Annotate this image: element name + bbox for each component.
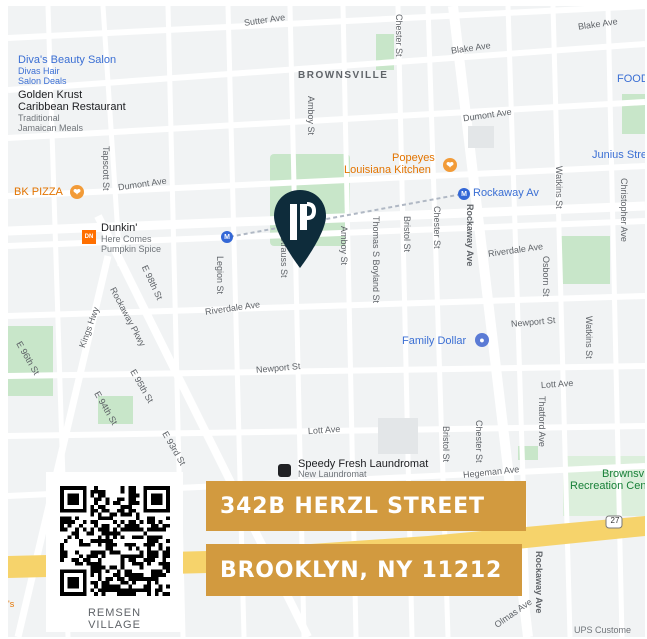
poi-ups[interactable]: UPS Custome	[574, 625, 631, 636]
street-chester-north: Chester St	[393, 14, 404, 57]
laundromat-icon[interactable]	[278, 464, 291, 477]
poi-laundromat-sub: New Laundromat	[298, 469, 367, 479]
street-osborn: Osborn St	[540, 256, 551, 297]
poi-divas[interactable]: Diva's Beauty Salon	[18, 54, 116, 66]
qr-label: REMSEN VILLAGE	[46, 607, 183, 631]
street-chester-mid: Chester St	[431, 206, 442, 249]
street-rockaway-ave-north: Rockaway Ave	[464, 204, 475, 267]
address-city-text: BROOKLYN, NY 11212	[220, 557, 503, 583]
street-bristol-south: Bristol St	[440, 426, 451, 463]
poi-popeyes-line1[interactable]: Popeyes	[392, 152, 435, 164]
street-amboy-north: Amboy St	[305, 96, 316, 136]
poi-partial-west: 's	[8, 599, 15, 609]
street-tapscott: Tapscott St	[100, 146, 111, 191]
street-thatford: Thatford Ave	[536, 396, 547, 447]
block	[378, 418, 418, 454]
street-amboy-south: Amboy St	[338, 226, 349, 266]
dunkin-logo-icon[interactable]: DN	[82, 230, 96, 244]
route-27-label: 27	[610, 516, 620, 525]
shopping-bag-icon[interactable]: ●	[475, 333, 489, 347]
poi-golden-krust-sub2: Jamaican Meals	[18, 123, 84, 133]
poi-popeyes-line2[interactable]: Louisiana Kitchen	[344, 164, 431, 176]
address-city-banner: BROOKLYN, NY 11212	[206, 544, 522, 596]
address-street-banner: 342B HERZL STREET	[206, 481, 526, 531]
qr-label-line1: REMSEN	[87, 607, 142, 619]
poi-brownsville-rec-line1[interactable]: Brownsv	[602, 468, 644, 480]
subway-icon[interactable]: M	[221, 231, 233, 243]
qr-code[interactable]	[60, 486, 170, 596]
qr-label-line2: VILLAGE	[88, 618, 141, 631]
street-rockaway-ave-south: Rockaway Ave	[533, 551, 544, 614]
poi-divas-sub2: Salon Deals	[18, 76, 67, 86]
poi-golden-krust-line2[interactable]: Caribbean Restaurant	[18, 101, 126, 113]
street-watkins-north: Watkins St	[553, 166, 564, 209]
street-legion: Legion St	[214, 256, 225, 295]
qr-code-card[interactable]: REMSEN VILLAGE	[46, 472, 183, 632]
street-chester-south: Chester St	[473, 420, 484, 463]
street-bristol-north: Bristol St	[401, 216, 412, 253]
subway-icon[interactable]: M	[458, 188, 470, 200]
location-pin-icon[interactable]	[272, 188, 328, 270]
street-christopher: Christopher Ave	[618, 178, 629, 242]
park-area-se	[560, 236, 610, 284]
poi-bk-pizza[interactable]: BK PIZZA	[14, 186, 63, 198]
poi-family-dollar[interactable]: Family Dollar	[402, 335, 466, 347]
poi-dunkin-sub2: Pumpkin Spice	[101, 244, 162, 254]
poi-rockaway-av-station[interactable]: Rockaway Av	[473, 187, 539, 199]
restaurant-icon[interactable]: ❤	[443, 158, 457, 172]
poi-food[interactable]: FOOD	[617, 73, 645, 85]
street-thomas-boyland: Thomas S Boyland St	[370, 216, 381, 304]
poi-golden-krust-line1[interactable]: Golden Krust	[18, 89, 82, 101]
poi-brownsville-rec-line2[interactable]: Recreation Cen	[570, 480, 645, 492]
block	[468, 126, 494, 148]
restaurant-icon[interactable]: ❤	[70, 185, 84, 199]
neighborhood-label: BROWNSVILLE	[298, 70, 389, 81]
address-street-text: 342B HERZL STREET	[220, 493, 485, 519]
poi-junius[interactable]: Junius Stre	[592, 149, 645, 161]
poi-dunkin[interactable]: Dunkin'	[101, 222, 137, 234]
street-watkins-south: Watkins St	[583, 316, 594, 359]
